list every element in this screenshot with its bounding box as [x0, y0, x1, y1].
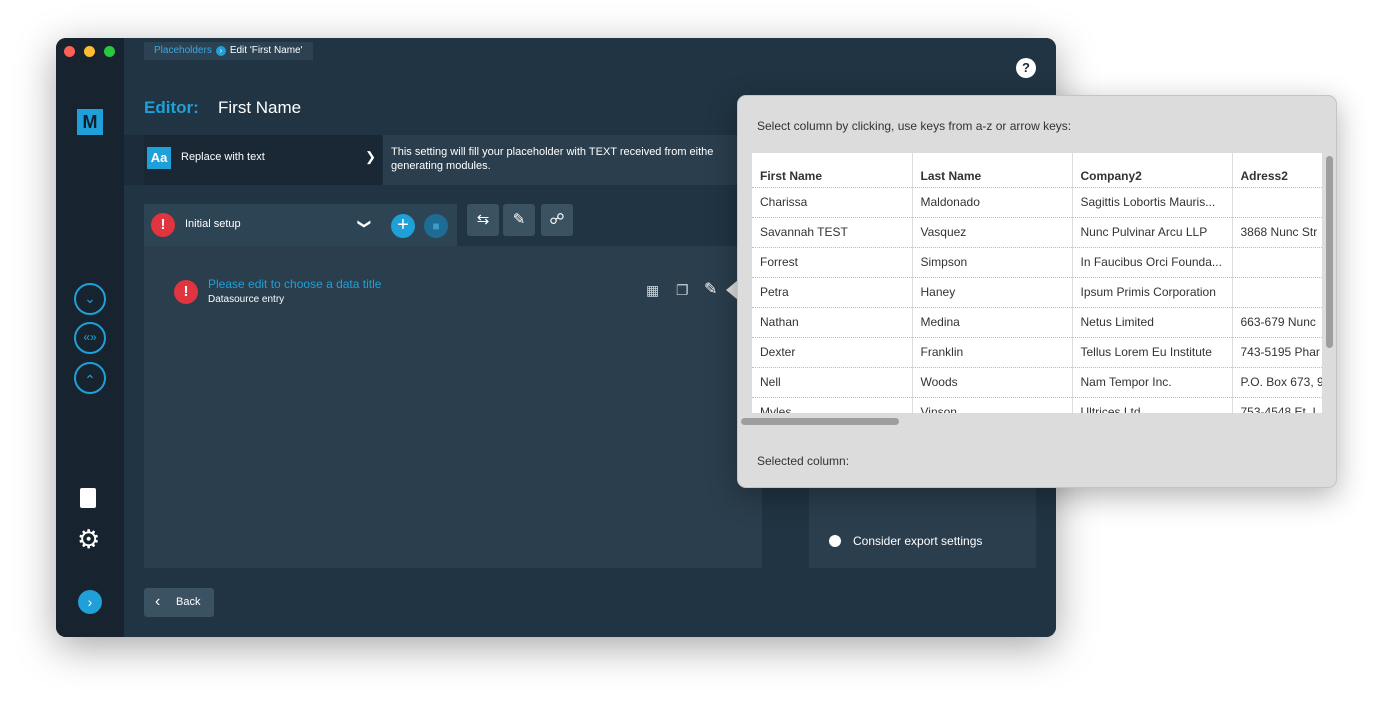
gear-icon[interactable]: ⚙ [77, 524, 100, 555]
mode-select[interactable]: Aa Replace with text ❯ [144, 135, 382, 185]
table-cell[interactable]: Ipsum Primis Corporation [1072, 276, 1233, 307]
maximize-window-button[interactable] [104, 46, 115, 57]
setup-select[interactable]: ! Initial setup ❯ + ■ [144, 204, 457, 246]
table-cell[interactable]: Petra [752, 276, 913, 307]
table-row[interactable]: Nathan Medina Netus Limited 663-679 Nunc [752, 306, 1322, 337]
table-cell[interactable] [1232, 186, 1322, 217]
brush-tool-button[interactable]: ✎ [503, 204, 535, 236]
table-cell[interactable]: Simpson [912, 246, 1073, 277]
breadcrumb-separator-icon: › [215, 46, 226, 56]
table-cell[interactable]: Woods [912, 366, 1073, 397]
chevron-left-icon: ‹ [155, 593, 161, 610]
trash-icon[interactable]: ▦ [646, 282, 659, 299]
table-cell[interactable]: Vasquez [912, 216, 1073, 247]
nav-up-icon[interactable]: ⌃ [74, 362, 106, 394]
table-cell[interactable]: 743-5195 Phar [1232, 336, 1322, 367]
table-cell[interactable] [1232, 276, 1322, 307]
close-window-button[interactable] [64, 46, 75, 57]
transform-tool-button[interactable]: ⇆ [467, 204, 499, 236]
chevron-down-icon: ❯ [357, 218, 373, 230]
column-picker-popover: Select column by clicking, use keys from… [737, 95, 1337, 488]
breadcrumb: Placeholders › Edit 'First Name' [144, 42, 313, 60]
edit-pencil-icon[interactable]: ✎ [704, 279, 717, 299]
table-row[interactable]: Nell Woods Nam Tempor Inc. P.O. Box 673, 9 [752, 366, 1322, 397]
table-cell[interactable]: Tellus Lorem Eu Institute [1072, 336, 1233, 367]
table-cell[interactable]: Nunc Pulvinar Arcu LLP [1072, 216, 1233, 247]
table-cell[interactable]: In Faucibus Orci Founda... [1072, 246, 1233, 277]
table-cell[interactable]: Haney [912, 276, 1073, 307]
entry-title[interactable]: Please edit to choose a data title [208, 277, 381, 291]
nav-expand-icon[interactable]: «» [74, 322, 106, 354]
table-cell[interactable]: Netus Limited [1072, 306, 1233, 337]
consider-export-label: Consider export settings [853, 534, 983, 548]
table-cell[interactable]: Franklin [912, 336, 1073, 367]
help-icon[interactable]: ? [1016, 58, 1036, 78]
column-table: First Name Last Name Company2 Adress2 Ch… [752, 153, 1322, 413]
table-cell[interactable]: Ultrices Ltd [1072, 396, 1233, 413]
app-logo: M [77, 109, 103, 135]
entry-subtitle: Datasource entry [208, 294, 285, 305]
table-cell[interactable]: Charissa [752, 186, 913, 217]
clipboard-icon[interactable] [80, 488, 96, 508]
table-row[interactable]: Dexter Franklin Tellus Lorem Eu Institute 7… [752, 336, 1322, 367]
editor-label: Editor: [144, 98, 199, 117]
table-cell[interactable]: Vinson [912, 396, 1073, 413]
breadcrumb-link-placeholders[interactable]: Placeholders [154, 42, 212, 60]
forward-icon[interactable]: › [78, 590, 102, 614]
table-cell[interactable]: 663-679 Nunc [1232, 306, 1322, 337]
add-entry-button[interactable]: + [391, 214, 415, 238]
column-header[interactable]: First Name [752, 153, 913, 187]
table-row[interactable]: Myles Vinson Ultrices Ltd 753-4548 Et. I [752, 396, 1322, 413]
table-cell[interactable]: P.O. Box 673, 9 [1232, 366, 1322, 397]
popover-instruction: Select column by clicking, use keys from… [757, 119, 1072, 133]
table-cell[interactable]: Maldonado [912, 186, 1073, 217]
table-cell[interactable]: 753-4548 Et. I [1232, 396, 1322, 413]
table-cell[interactable]: Nell [752, 366, 913, 397]
table-cell[interactable]: Savannah TEST [752, 216, 913, 247]
entry-alert-icon: ! [174, 280, 198, 304]
table-header-row: First Name Last Name Company2 Adress2 [752, 153, 1322, 187]
column-table-container: First Name Last Name Company2 Adress2 Ch… [752, 153, 1322, 413]
table-cell[interactable]: 3868 Nunc Str [1232, 216, 1322, 247]
horizontal-scrollbar[interactable] [741, 418, 899, 425]
table-row[interactable]: Charissa Maldonado Sagittis Lobortis Mauri… [752, 186, 1322, 217]
minimize-window-button[interactable] [84, 46, 95, 57]
nav-down-icon[interactable]: ⌄ [74, 283, 106, 315]
entries-panel: ! Please edit to choose a data title Dat… [144, 246, 762, 568]
link-tool-button[interactable]: ☍ [541, 204, 573, 236]
table-cell[interactable]: Dexter [752, 336, 913, 367]
delete-setup-button[interactable]: ■ [424, 214, 448, 238]
table-cell[interactable]: Nam Tempor Inc. [1072, 366, 1233, 397]
text-mode-icon: Aa [147, 147, 171, 169]
setup-label: Initial setup [185, 218, 241, 230]
mode-label: Replace with text [181, 151, 265, 163]
table-cell[interactable]: Forrest [752, 246, 913, 277]
table-cell[interactable]: Medina [912, 306, 1073, 337]
sidebar: M ⌄ «» ⌃ ⚙ › [56, 38, 124, 637]
table-cell[interactable]: Sagittis Lobortis Mauris... [1072, 186, 1233, 217]
back-label: Back [176, 596, 201, 608]
duplicate-icon[interactable]: ❐ [676, 282, 689, 299]
table-row[interactable]: Savannah TEST Vasquez Nunc Pulvinar Arcu L… [752, 216, 1322, 247]
table-row[interactable]: Petra Haney Ipsum Primis Corporation [752, 276, 1322, 307]
table-row[interactable]: Forrest Simpson In Faucibus Orci Founda... [752, 246, 1322, 277]
column-header[interactable]: Company2 [1072, 153, 1233, 187]
chevron-down-icon: ❯ [365, 149, 376, 164]
back-button[interactable]: ‹ Back [144, 588, 214, 617]
breadcrumb-current: Edit 'First Name' [229, 45, 303, 56]
table-cell[interactable] [1232, 246, 1322, 277]
consider-export-toggle[interactable] [829, 535, 841, 547]
column-header[interactable]: Adress2 [1232, 153, 1322, 187]
column-header[interactable]: Last Name [912, 153, 1073, 187]
alert-icon: ! [151, 213, 175, 237]
table-cell[interactable]: Nathan [752, 306, 913, 337]
placeholder-name: First Name [218, 98, 302, 117]
table-cell[interactable]: Myles [752, 396, 913, 413]
selected-column-label: Selected column: [757, 454, 850, 468]
vertical-scrollbar[interactable] [1326, 156, 1333, 348]
